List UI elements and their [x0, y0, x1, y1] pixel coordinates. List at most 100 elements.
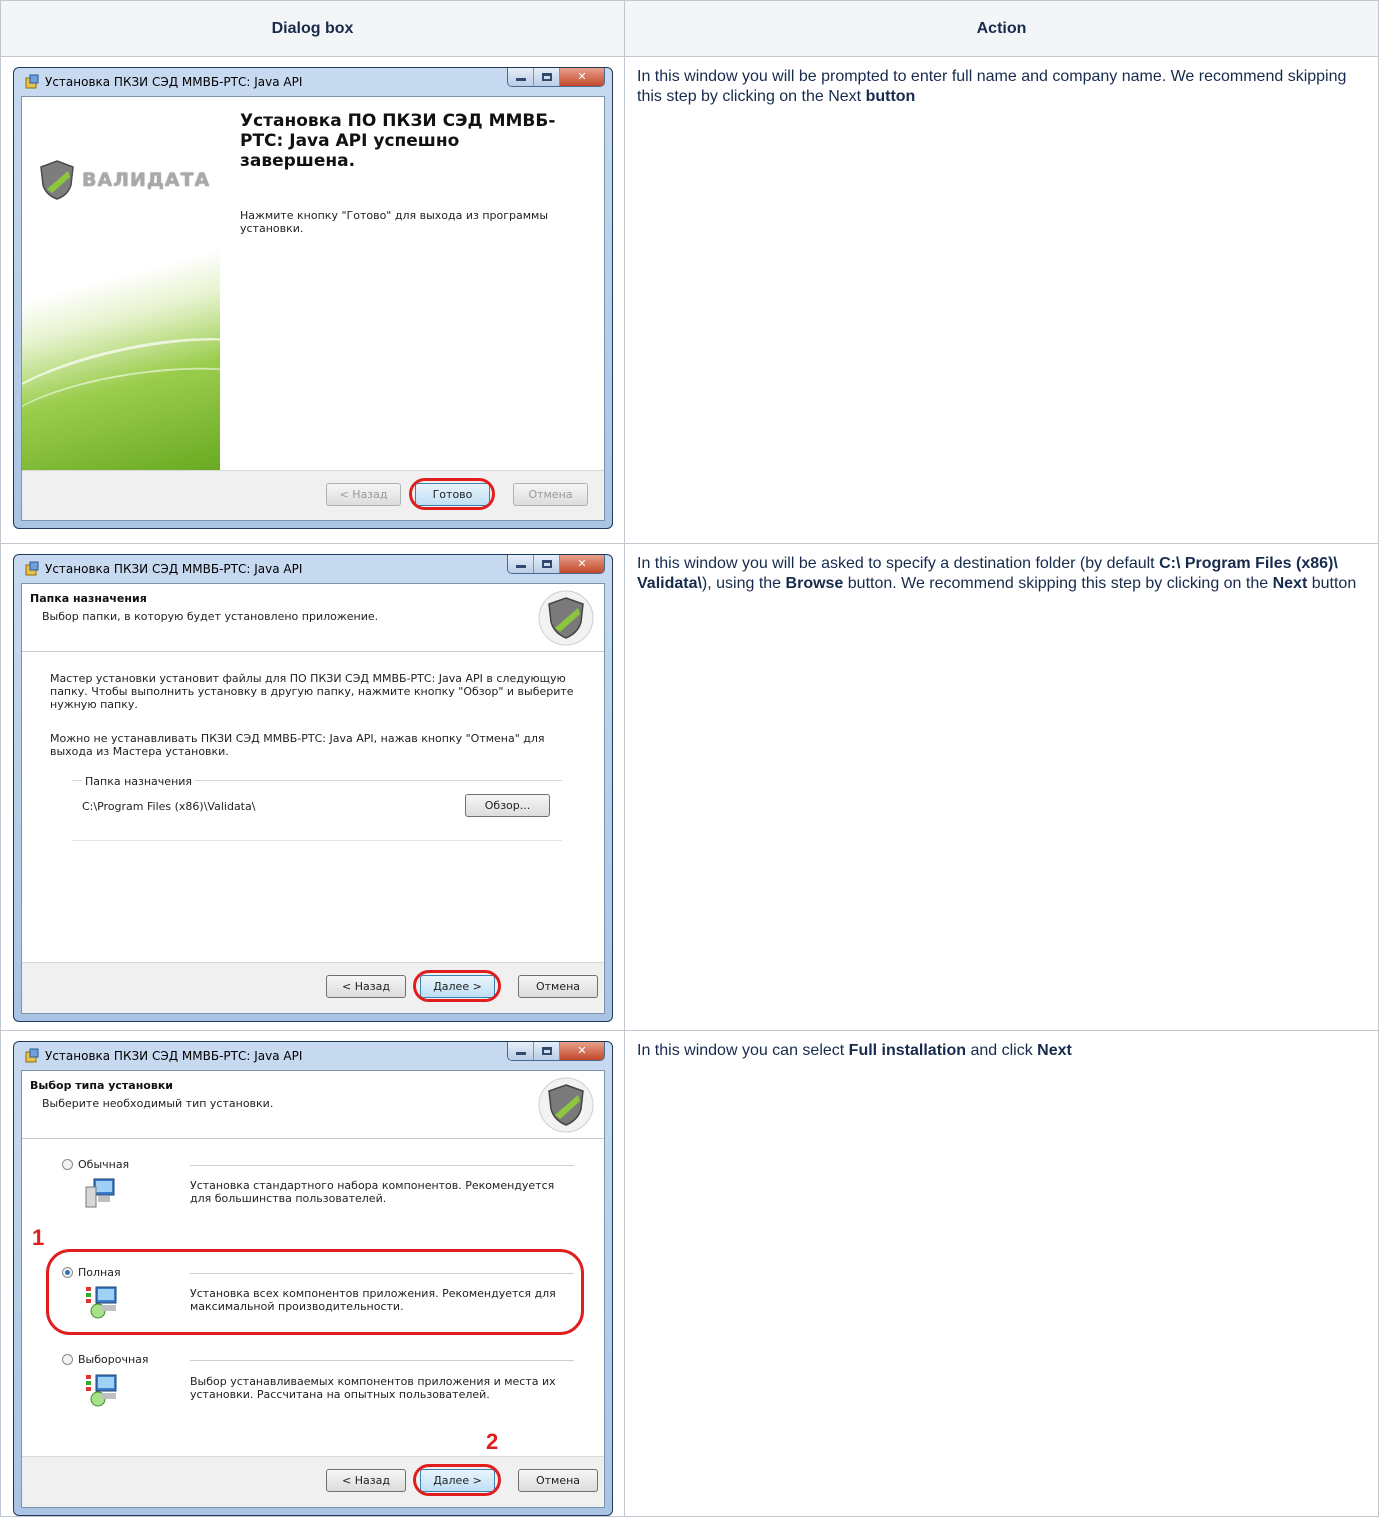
- button-bar: < Назад Далее > Отмена: [22, 1456, 604, 1507]
- dialog-client-area: Папка назначения Выбор папки, в которую …: [21, 583, 605, 1014]
- minimize-icon: [516, 565, 526, 568]
- highlight-ring: [409, 478, 495, 510]
- dialog-cell: Установка ПКЗИ СЭД ММВБ-РТС: Java API ✕: [0, 56, 625, 544]
- group-bottom-line: [72, 840, 562, 841]
- instruction-table: Dialog box Action Установка ПКЗИ СЭД ММВ…: [0, 0, 1379, 1517]
- window-title: Установка ПКЗИ СЭД ММВБ-РТС: Java API: [45, 75, 303, 89]
- action-text: In this window you can select: [637, 1042, 849, 1059]
- header-title: Папка назначения: [30, 592, 147, 605]
- close-icon: ✕: [577, 557, 587, 570]
- header-action: Action: [624, 0, 1379, 57]
- dialog-cell: Установка ПКЗИ СЭД ММВБ-РТС: Java API ✕ …: [0, 543, 625, 1031]
- window-controls: ✕: [507, 1042, 605, 1061]
- option-description: Установка стандартного набора компоненто…: [190, 1179, 555, 1205]
- table-row: Установка ПКЗИ СЭД ММВБ-РТС: Java API ✕ …: [0, 543, 1379, 1031]
- maximize-button[interactable]: [534, 555, 560, 573]
- minimize-button[interactable]: [508, 1042, 534, 1060]
- back-button[interactable]: < Назад: [326, 975, 406, 998]
- button-bar: < Назад Далее > Отмена: [22, 962, 604, 1013]
- maximize-button[interactable]: [534, 68, 560, 86]
- close-icon: ✕: [577, 1044, 587, 1057]
- dialog-header: Папка назначения Выбор папки, в которую …: [22, 584, 604, 652]
- shield-logo-icon: [40, 160, 74, 200]
- action-cell: In this window you can select Full insta…: [624, 1030, 1379, 1517]
- action-bold-text: Next: [1272, 575, 1308, 592]
- table-header-row: Dialog box Action: [0, 0, 1379, 57]
- minimize-icon: [516, 1052, 526, 1055]
- cancel-button[interactable]: Отмена: [513, 483, 588, 506]
- action-cell: In this window you will be prompted to e…: [624, 56, 1379, 544]
- option-separator: [190, 1165, 574, 1166]
- window-title: Установка ПКЗИ СЭД ММВБ-РТС: Java API: [45, 1049, 303, 1063]
- action-bold-text: Browse: [785, 575, 844, 592]
- minimize-button[interactable]: [508, 68, 534, 86]
- maximize-icon: [542, 73, 552, 81]
- title-bar: Установка ПКЗИ СЭД ММВБ-РТС: Java API ✕: [21, 68, 605, 96]
- header-subtitle: Выберите необходимый тип установки.: [42, 1097, 274, 1110]
- side-banner: ВАЛИДАТА: [22, 97, 297, 483]
- action-bold-text: Full installation: [848, 1042, 967, 1059]
- step-marker-1: 1: [32, 1225, 45, 1250]
- option-label: Обычная: [78, 1158, 130, 1171]
- cancel-button[interactable]: Отмена: [518, 975, 598, 998]
- finish-body-text: Нажмите кнопку "Готово" для выхода из пр…: [240, 209, 549, 235]
- option-separator: [190, 1360, 574, 1361]
- window-controls: ✕: [507, 68, 605, 87]
- radio-typical[interactable]: [62, 1159, 73, 1170]
- maximize-icon: [542, 560, 552, 568]
- cancel-note-paragraph: Можно не устанавливать ПКЗИ СЭД ММВБ-РТС…: [50, 732, 545, 758]
- table-row: Установка ПКЗИ СЭД ММВБ-РТС: Java API ✕: [0, 56, 1379, 544]
- dialog-cell: Установка ПКЗИ СЭД ММВБ-РТС: Java API ✕ …: [0, 1030, 625, 1517]
- header-dialog-box: Dialog box: [0, 0, 625, 57]
- radio-custom[interactable]: [62, 1354, 73, 1365]
- close-button[interactable]: ✕: [560, 555, 604, 573]
- table-row: Установка ПКЗИ СЭД ММВБ-РТС: Java API ✕ …: [0, 1030, 1379, 1517]
- installer-app-icon: [25, 561, 39, 576]
- window-title: Установка ПКЗИ СЭД ММВБ-РТС: Java API: [45, 562, 303, 576]
- computer-install-icon: [85, 1178, 115, 1208]
- maximize-icon: [542, 1047, 552, 1055]
- cancel-button[interactable]: Отмена: [518, 1469, 598, 1492]
- custom-install-icon: [86, 1374, 117, 1407]
- folder-path-text: C:\Program Files (x86)\Validata\: [82, 800, 256, 813]
- finish-title: Установка ПО ПКЗИ СЭД ММВБ-РТС: Java API…: [240, 111, 556, 171]
- action-text: In this window you will be asked to spec…: [637, 555, 1160, 572]
- group-label: Папка назначения: [82, 775, 196, 788]
- action-text: button: [1307, 575, 1357, 592]
- action-bold-text: button: [865, 88, 916, 105]
- close-button[interactable]: ✕: [560, 1042, 604, 1060]
- validata-logo: ВАЛИДАТА: [38, 159, 210, 201]
- title-bar: Установка ПКЗИ СЭД ММВБ-РТС: Java API ✕: [21, 1042, 605, 1070]
- dialog-client-area: ВАЛИДАТА Установка ПО ПКЗИ СЭД ММВБ-РТС:…: [21, 96, 605, 521]
- dialog-body: Обычная Установка стандартного набора ко…: [22, 1139, 604, 1456]
- action-text: button. We recommend skipping this step …: [843, 575, 1273, 592]
- finish-dialog-window: Установка ПКЗИ СЭД ММВБ-РТС: Java API ✕: [13, 67, 613, 529]
- action-text: In this window you will be prompted to e…: [637, 68, 1347, 105]
- maximize-button[interactable]: [534, 1042, 560, 1060]
- action-text: ), using the: [701, 575, 786, 592]
- dialog-body: Мастер установки установит файлы для ПО …: [22, 652, 604, 962]
- option-label: Выборочная: [78, 1353, 149, 1366]
- browse-button[interactable]: Обзор...: [465, 794, 550, 817]
- minimize-button[interactable]: [508, 555, 534, 573]
- action-text: and click: [966, 1042, 1038, 1059]
- action-bold-text: Next: [1037, 1042, 1072, 1059]
- close-button[interactable]: ✕: [560, 68, 604, 86]
- button-bar: < Назад Готово Отмена: [22, 470, 604, 520]
- instruction-paragraph: Мастер установки установит файлы для ПО …: [50, 672, 574, 711]
- back-button[interactable]: < Назад: [326, 1469, 406, 1492]
- highlight-ring: [413, 1464, 501, 1496]
- destination-folder-dialog-window: Установка ПКЗИ СЭД ММВБ-РТС: Java API ✕ …: [13, 554, 613, 1022]
- step-marker-2: 2: [486, 1429, 499, 1454]
- header-subtitle: Выбор папки, в которую будет установлено…: [42, 610, 379, 623]
- back-button[interactable]: < Назад: [326, 483, 401, 506]
- title-bar: Установка ПКЗИ СЭД ММВБ-РТС: Java API ✕: [21, 555, 605, 583]
- window-controls: ✕: [507, 555, 605, 574]
- logo-text: ВАЛИДАТА: [82, 169, 211, 191]
- dialog-header: Выбор типа установки Выберите необходимы…: [22, 1071, 604, 1139]
- header-title: Выбор типа установки: [30, 1079, 173, 1092]
- shield-icon: [538, 590, 594, 646]
- installer-app-icon: [25, 74, 39, 89]
- action-cell: In this window you will be asked to spec…: [624, 543, 1379, 1031]
- dialog-client-area: Выбор типа установки Выберите необходимы…: [21, 1070, 605, 1508]
